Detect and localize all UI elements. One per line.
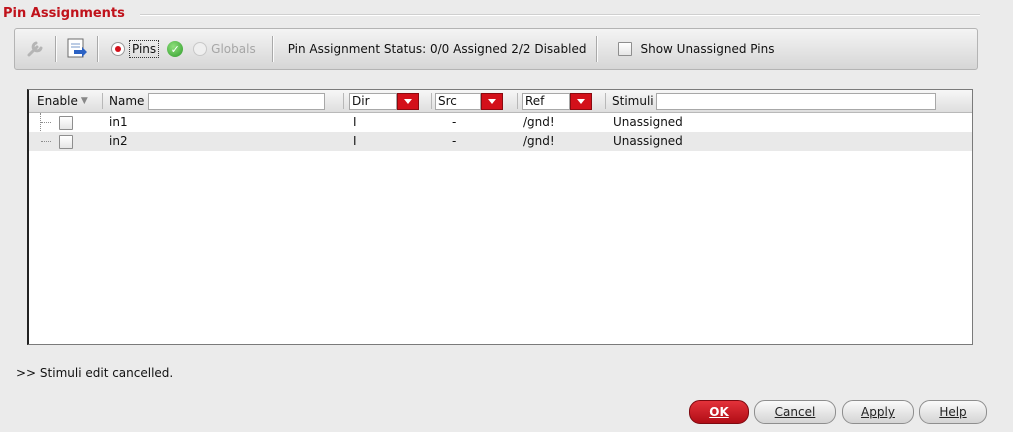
toolbar-separator [55,36,57,62]
src-filter[interactable]: Src [435,92,481,110]
column-name[interactable]: Name [109,92,326,110]
pin-table: Enable ▼ Name Dir Src Ref Stimuli in1 I … [27,89,973,345]
enable-checkbox[interactable] [59,135,73,149]
stimuli-filter-input[interactable] [655,92,936,110]
pins-radio-label: Pins [129,40,160,58]
sort-down-icon: ▼ [80,96,88,106]
column-stimuli-label: Stimuli [612,94,654,108]
pin-src: - [452,115,457,129]
globals-radio-label: Globals [211,42,256,56]
apply-button-label: Apply [861,405,895,419]
table-row[interactable]: in1 I - /gnd! Unassigned [29,113,972,132]
apply-button[interactable]: Apply [842,400,914,424]
column-enable[interactable]: Enable ▼ [37,93,88,109]
group-divider [140,14,980,16]
assignment-status: Pin Assignment Status: 0/0 Assigned 2/2 … [287,42,587,56]
src-dropdown-icon[interactable] [481,92,503,110]
column-separator [605,93,606,109]
checkbox-icon [618,42,633,56]
help-button[interactable]: Help [919,400,987,424]
radio-selected-icon [111,42,125,56]
toolbar-separator [271,36,274,62]
toolbar-separator [596,36,599,62]
column-name-label: Name [109,94,145,108]
pin-dir: I [353,134,357,148]
ok-button-label: OK [709,405,729,419]
cancel-button[interactable]: Cancel [754,400,836,424]
tree-connector [41,141,51,142]
toolbar: Pins ✓ Globals Pin Assignment Status: 0/… [14,28,978,70]
pins-radio[interactable]: Pins [111,40,160,58]
toolbar-separator [97,36,99,62]
globals-radio[interactable]: Globals [193,42,256,56]
column-src[interactable]: Src [435,92,503,110]
pin-dir: I [353,115,357,129]
pin-src: - [452,134,457,148]
column-separator [102,93,103,109]
ref-dropdown-icon[interactable] [570,92,592,110]
enable-checkbox[interactable] [59,116,73,130]
show-unassigned-label: Show Unassigned Pins [640,42,775,56]
column-enable-label: Enable [37,94,78,108]
column-separator [343,93,344,109]
column-dir[interactable]: Dir [349,92,419,110]
check-status-icon: ✓ [167,41,184,57]
pin-stimuli[interactable]: Unassigned [613,134,683,148]
table-row[interactable]: in2 I - /gnd! Unassigned [29,132,972,151]
dir-filter[interactable]: Dir [349,92,397,110]
tree-connector [41,122,51,123]
wrench-icon[interactable] [21,35,49,63]
status-message: >> Stimuli edit cancelled. [16,366,174,380]
column-stimuli[interactable]: Stimuli [612,92,936,110]
cancel-button-label: Cancel [774,405,816,419]
column-separator [431,93,432,109]
pin-name: in1 [109,115,128,129]
column-ref[interactable]: Ref [522,92,592,110]
ref-filter[interactable]: Ref [522,92,570,110]
help-button-label: Help [939,405,967,419]
ok-button[interactable]: OK [689,400,749,424]
show-unassigned-checkbox[interactable]: Show Unassigned Pins [618,42,774,56]
pin-stimuli[interactable]: Unassigned [613,115,683,129]
pin-ref: /gnd! [523,134,555,148]
radio-unselected-icon [193,42,208,56]
pin-ref: /gnd! [523,115,555,129]
name-filter-input[interactable] [148,92,326,110]
import-stimuli-icon[interactable] [63,35,91,63]
pin-name: in2 [109,134,128,148]
column-separator [517,93,518,109]
dir-dropdown-icon[interactable] [397,92,419,110]
table-header: Enable ▼ Name Dir Src Ref Stimuli [29,90,972,113]
pin-assignments-title: Pin Assignments [3,6,129,21]
